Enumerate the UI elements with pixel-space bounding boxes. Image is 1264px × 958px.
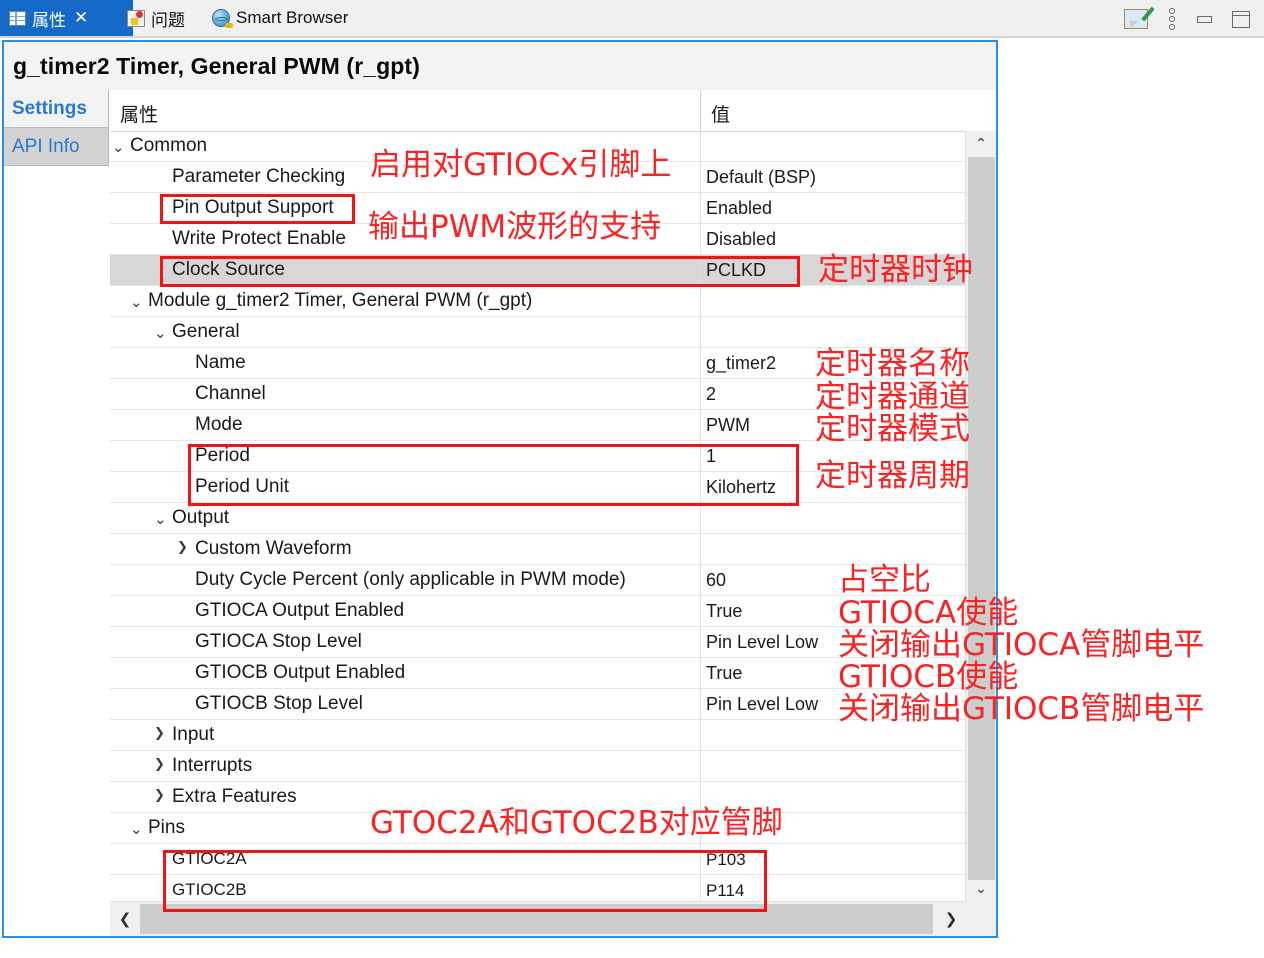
box-pins <box>163 850 767 912</box>
note-gtiocx-enable: 启用对GTIOCx引脚上 <box>370 147 672 183</box>
note-gtiocb-enable: GTIOCB使能 <box>838 659 1019 695</box>
note-pwm-output: 输出PWM波形的支持 <box>368 209 662 245</box>
note-pin-mapping: GTOC2A和GTOC2B对应管脚 <box>370 805 783 841</box>
note-timer-mode: 定时器模式 <box>815 411 970 447</box>
box-pin-output-support <box>160 194 355 224</box>
box-period <box>188 444 799 506</box>
box-clock-source <box>160 256 800 287</box>
note-gtiocb-level: 关闭输出GTIOCB管脚电平 <box>838 691 1205 727</box>
annotation-overlay: 启用对GTIOCx引脚上 输出PWM波形的支持 定时器时钟 定时器名称 定时器通道 定时器… <box>0 0 1264 958</box>
note-timer-channel: 定时器通道 <box>815 379 970 415</box>
note-timer-clock: 定时器时钟 <box>818 252 973 288</box>
note-timer-period: 定时器周期 <box>815 458 970 494</box>
note-gtioca-level: 关闭输出GTIOCA管脚电平 <box>838 627 1205 663</box>
note-gtioca-enable: GTIOCA使能 <box>838 595 1019 631</box>
note-duty-cycle: 占空比 <box>838 562 931 598</box>
note-timer-name: 定时器名称 <box>815 346 970 382</box>
